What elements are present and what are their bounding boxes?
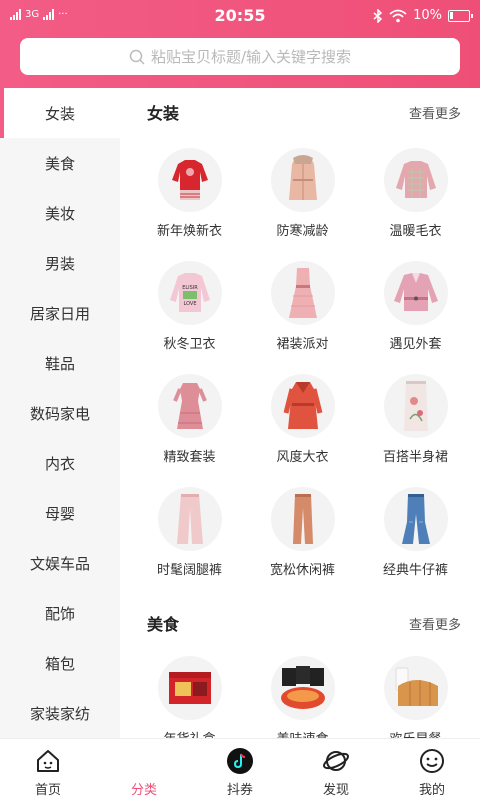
category-label: 遇见外套	[389, 337, 442, 352]
category-cell[interactable]: 精致套装	[133, 374, 246, 465]
casual-pants-icon	[270, 487, 335, 551]
view-more-link[interactable]: 查看更多	[409, 103, 461, 122]
category-label: 新年焕新衣	[156, 224, 222, 239]
battery-icon	[448, 9, 473, 22]
tab-home[interactable]: 首页	[0, 739, 96, 800]
category-cell[interactable]: 美味速食	[246, 656, 359, 738]
tab-label: 抖券	[226, 783, 253, 798]
category-label: 美味速食	[276, 728, 328, 738]
sidebar-item-accessories[interactable]: 配饰	[0, 588, 120, 638]
beige-coat-icon	[270, 148, 335, 212]
sidebar-item-entertainment[interactable]: 文娱车品	[0, 538, 120, 588]
party-dress-icon	[270, 261, 335, 325]
category-label: 年货礼盒	[163, 728, 215, 738]
bluetooth-icon	[373, 8, 383, 23]
tab-discover[interactable]: 发现	[288, 739, 384, 800]
status-bar: 3G ··· 20:55 10%	[0, 0, 480, 32]
category-label: 百搭半身裙	[382, 450, 448, 465]
category-cell[interactable]: 百搭半身裙	[359, 374, 472, 465]
section-title: 女装	[147, 104, 180, 123]
section-title: 美食	[147, 615, 180, 634]
tab-label: 我的	[418, 783, 445, 798]
sidebar-item-women[interactable]: 女装	[0, 88, 120, 138]
pink-sweater-icon	[383, 148, 448, 212]
category-cell[interactable]: 裙装派对	[246, 261, 359, 352]
home-icon	[37, 750, 59, 772]
pink-jacket-icon	[383, 261, 448, 325]
category-cell[interactable]: 宽松休闲裤	[246, 487, 359, 578]
instant-noodle-icon	[270, 656, 335, 720]
sidebar-item-digital[interactable]: 数码家电	[0, 388, 120, 438]
category-cell[interactable]: 时髦阔腿裤	[133, 487, 246, 578]
category-cell[interactable]: 经典牛仔裤	[359, 487, 472, 578]
jeans-icon	[383, 487, 448, 551]
bread-milk-icon	[383, 656, 448, 720]
sidebar-item-textiles[interactable]: 家装家纺	[0, 688, 120, 738]
category-sidebar: 女装 美食 美妆 男装 居家日用 鞋品 数码家电 内衣 母婴 文娱车品 配饰 箱…	[0, 88, 120, 738]
category-cell[interactable]: 年货礼盒	[133, 656, 246, 738]
section-header-food: 美食 查看更多	[147, 611, 461, 635]
category-cell[interactable]: 防寒减龄	[246, 148, 359, 239]
sidebar-item-food[interactable]: 美食	[0, 138, 120, 188]
category-cell[interactable]: ELISIR LOVE 秋冬卫衣	[133, 261, 246, 352]
tab-mine[interactable]: 我的	[384, 739, 480, 800]
sweatshirt-icon: ELISIR LOVE	[157, 261, 222, 325]
tab-label: 发现	[322, 783, 349, 798]
red-sweater-icon	[157, 148, 222, 212]
tiktok-icon	[227, 748, 253, 774]
svg-text:LOVE: LOVE	[183, 301, 196, 307]
sidebar-item-baby[interactable]: 母婴	[0, 488, 120, 538]
category-cell[interactable]: 新年焕新衣	[133, 148, 246, 239]
category-label: 温暖毛衣	[389, 224, 442, 239]
view-more-link[interactable]: 查看更多	[409, 614, 461, 633]
bottom-tab-bar: 首页 分类 抖券 发现 我的	[0, 738, 480, 800]
status-right: 10%	[373, 8, 473, 23]
category-cell[interactable]: 温暖毛衣	[359, 148, 472, 239]
category-label: 精致套装	[163, 450, 216, 465]
sidebar-item-men[interactable]: 男装	[0, 238, 120, 288]
category-label: 经典牛仔裤	[382, 563, 448, 578]
category-label: 裙装派对	[276, 337, 329, 352]
category-cell[interactable]: 遇见外套	[359, 261, 472, 352]
category-label: 时髦阔腿裤	[156, 563, 222, 578]
section-header-women: 女装 查看更多	[147, 100, 461, 124]
category-content: 女装 查看更多 新年焕新衣 防寒减龄 温暖毛衣 ELISIR LOVE 秋冬卫衣…	[120, 88, 480, 738]
category-label: 风度大衣	[276, 450, 329, 465]
battery-percent: 10%	[413, 8, 442, 23]
wide-pants-icon	[157, 487, 222, 551]
tab-label: 分类	[130, 783, 157, 798]
gift-box-icon	[157, 656, 222, 720]
category-label: 欢乐早餐	[389, 728, 441, 738]
pink-dress-icon	[157, 374, 222, 438]
search-placeholder: 粘贴宝贝标题/输入关键字搜索	[150, 48, 352, 66]
tab-label: 首页	[34, 783, 61, 798]
skirt-icon	[383, 374, 448, 438]
category-icon	[130, 747, 158, 775]
category-label: 防寒减龄	[276, 224, 329, 239]
category-label: 宽松休闲裤	[269, 563, 335, 578]
sidebar-item-bags[interactable]: 箱包	[0, 638, 120, 688]
red-coat-icon	[270, 374, 335, 438]
svg-text:ELISIR: ELISIR	[182, 285, 198, 291]
category-cell[interactable]: 风度大衣	[246, 374, 359, 465]
search-bar[interactable]: 粘贴宝贝标题/输入关键字搜索	[20, 38, 460, 75]
header: 3G ··· 20:55 10% 粘贴宝贝标题/输入关键字搜索	[0, 0, 480, 88]
sidebar-item-beauty[interactable]: 美妆	[0, 188, 120, 238]
sidebar-item-underwear[interactable]: 内衣	[0, 438, 120, 488]
category-label: 秋冬卫衣	[163, 337, 216, 352]
category-cell[interactable]: 欢乐早餐	[359, 656, 472, 738]
wifi-icon	[389, 9, 407, 22]
sidebar-item-shoes[interactable]: 鞋品	[0, 338, 120, 388]
sidebar-item-home[interactable]: 居家日用	[0, 288, 120, 338]
tab-category[interactable]: 分类	[96, 739, 192, 800]
search-icon	[129, 49, 145, 65]
tab-coupon[interactable]: 抖券	[192, 739, 288, 800]
planet-icon	[323, 751, 349, 771]
smile-icon	[420, 749, 444, 773]
